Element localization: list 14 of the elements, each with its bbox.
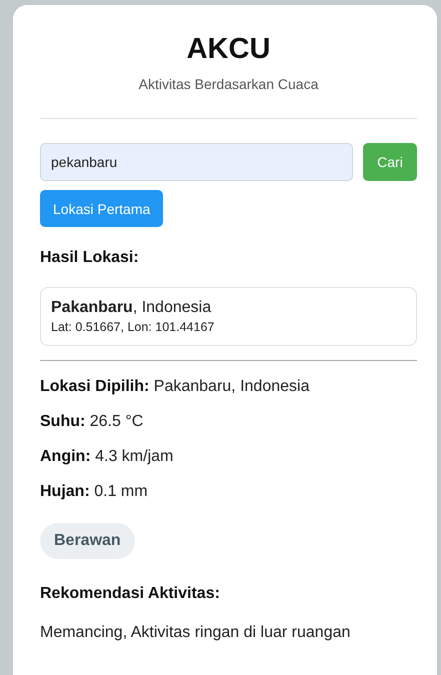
- search-field[interactable]: pekanbaru: [40, 143, 353, 181]
- recommendation-heading: Rekomendasi Aktivitas:: [40, 585, 221, 603]
- weather-detail: Lokasi Dipilih: Pakanbaru, Indonesia: [40, 377, 310, 396]
- location-result-card[interactable]: Pakanbaru, Indonesia Lat: 0.51667, Lon: 101.44167: [40, 287, 417, 346]
- weather-condition-badge: Berawan: [40, 523, 135, 559]
- app-subtitle: Aktivitas Berdasarkan Cuaca: [138, 76, 320, 92]
- recommendation-text: Memancing, Aktivitas ringan di luar ruangan: [40, 623, 352, 642]
- weather-detail: Suhu: 26.5 °C: [40, 412, 144, 431]
- weather-detail: Hujan: 0.1 mm: [40, 482, 149, 501]
- location-name: Pakanbaru, Indonesia: [51, 299, 212, 317]
- location-coordinates: Lat: 0.51667, Lon: 101.44167: [51, 320, 216, 334]
- weather-detail: Angin: 4.3 km/jam: [40, 447, 174, 466]
- app-title: AKCU: [186, 32, 272, 66]
- results-heading: Hasil Lokasi:: [40, 249, 140, 267]
